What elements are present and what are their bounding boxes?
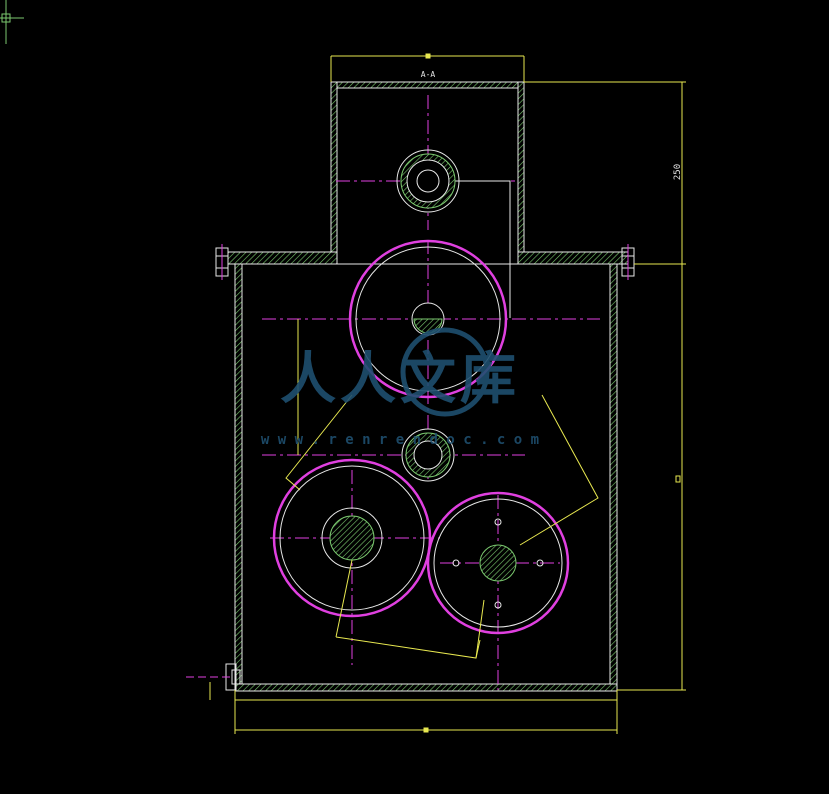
ucs-icon <box>0 0 24 44</box>
watermark-text: 人人文库 <box>280 347 520 412</box>
section-label: A-A <box>421 70 436 79</box>
flange-bolt-left <box>215 244 229 280</box>
cad-drawing-canvas: A-A 250 人人文库 w w w . r e n r e n d o c .… <box>0 0 686 734</box>
drain-plug <box>186 663 241 691</box>
watermark: 人人文库 w w w . r e n r e n d o c . c o m <box>261 327 539 448</box>
top-pinion <box>396 149 460 213</box>
watermark-url: w w w . r e n r e n d o c . c o m <box>261 432 539 448</box>
height-dimension-label: 250 <box>673 164 683 180</box>
